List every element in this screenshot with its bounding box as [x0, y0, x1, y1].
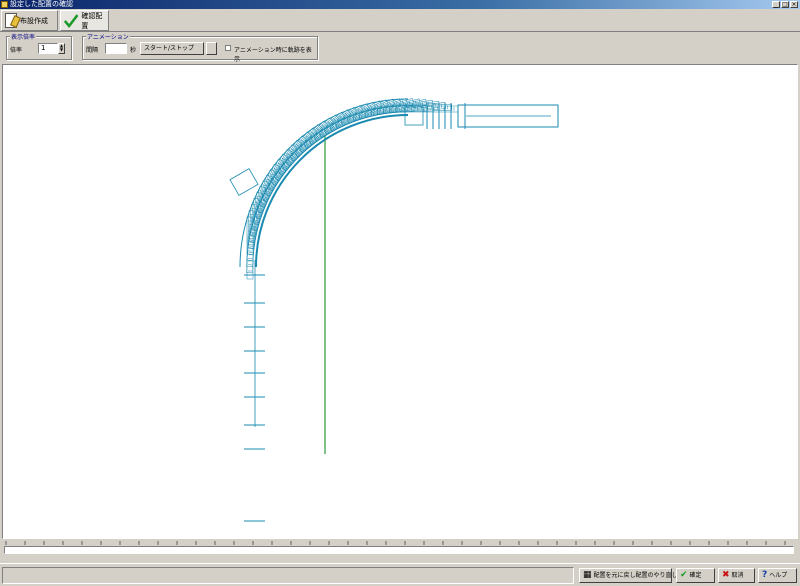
toolbar: 表示倍率 倍率 1 ▲ ▼ アニメーション 間隔 秒 スタート/ストップ アニメー…	[0, 32, 800, 63]
interval-label: 間隔	[86, 47, 99, 54]
app-icon	[1, 1, 8, 8]
swept-rung	[254, 221, 259, 223]
close-button[interactable]: ×	[790, 1, 798, 8]
window-title: 設定した配置の確認	[10, 0, 73, 8]
redo-layout-label: 配置を元に戻し配置のやり直し	[593, 572, 678, 579]
document-pen-icon	[5, 13, 17, 28]
title-bar: 設定した配置の確認 _ □ ×	[0, 0, 800, 9]
zoom-group-title: 表示倍率	[10, 32, 37, 41]
status-panel	[2, 567, 574, 584]
interval-input[interactable]	[105, 43, 127, 54]
arc-inner	[255, 114, 409, 268]
tab-layout-create[interactable]: 布設作成	[1, 10, 58, 31]
animation-group-title: アニメーション	[86, 32, 130, 41]
status-bar: ▦ 配置を元に戻し配置のやり直し ✔ 確定 ✖ 取消 ? ヘルプ	[0, 563, 800, 586]
tab-label: 確認配置	[81, 11, 103, 30]
help-label: ヘルプ	[769, 572, 788, 579]
cancel-button[interactable]: ✖ 取消	[718, 568, 755, 583]
redo-layout-button[interactable]: ▦ 配置を元に戻し配置のやり直し	[579, 568, 678, 583]
ok-button[interactable]: ✔ 確定	[676, 568, 715, 583]
trail-checkbox-label: アニメーション時に軌跡を表示	[234, 47, 312, 63]
tab-label: 布設作成	[20, 16, 48, 25]
zoom-input[interactable]: 1	[38, 43, 58, 54]
bend-frame	[229, 168, 259, 196]
help-button[interactable]: ? ヘルプ	[758, 568, 797, 583]
swept-rung	[250, 239, 255, 241]
start-stop-label: スタート/ストップ	[144, 45, 195, 52]
maximize-button[interactable]: □	[781, 1, 789, 8]
check-icon: ✔	[680, 570, 688, 580]
swept-rung	[366, 112, 368, 117]
swept-rung	[249, 245, 254, 247]
blank-button[interactable]	[206, 42, 217, 55]
window-controls: _ □ ×	[772, 1, 798, 8]
animation-group: アニメーション 間隔 秒 スタート/ストップ アニメーション時に軌跡を表示	[82, 32, 318, 63]
layout-drawing	[229, 98, 559, 522]
cancel-x-icon: ✖	[722, 570, 730, 580]
help-icon: ?	[762, 570, 768, 580]
minimize-button[interactable]: _	[772, 1, 780, 8]
swept-rung	[252, 227, 257, 229]
swept-rung	[378, 109, 380, 114]
trail-checkbox[interactable]	[225, 45, 231, 51]
swept-rung	[251, 233, 256, 235]
swept-rung	[372, 110, 374, 115]
arc-outer	[239, 98, 409, 268]
interval-unit-label: 秒	[130, 47, 137, 54]
start-stop-button[interactable]: スタート/ストップ	[140, 42, 204, 55]
green-check-icon	[64, 14, 79, 29]
tab-confirm-layout[interactable]: 確認配置	[60, 10, 109, 31]
ok-label: 確定	[689, 572, 702, 579]
zoom-group: 表示倍率 倍率 1 ▲ ▼	[6, 32, 72, 60]
layout-preview-canvas[interactable]	[2, 64, 798, 539]
cancel-label: 取消	[731, 572, 744, 579]
horizontal-scrollbar[interactable]	[4, 546, 794, 554]
mode-tab-bar: 布設作成 確認配置	[0, 9, 800, 32]
zoom-spinner[interactable]: ▲ ▼	[58, 43, 65, 54]
layout-icon: ▦	[583, 570, 592, 580]
zoom-label: 倍率	[10, 47, 23, 54]
